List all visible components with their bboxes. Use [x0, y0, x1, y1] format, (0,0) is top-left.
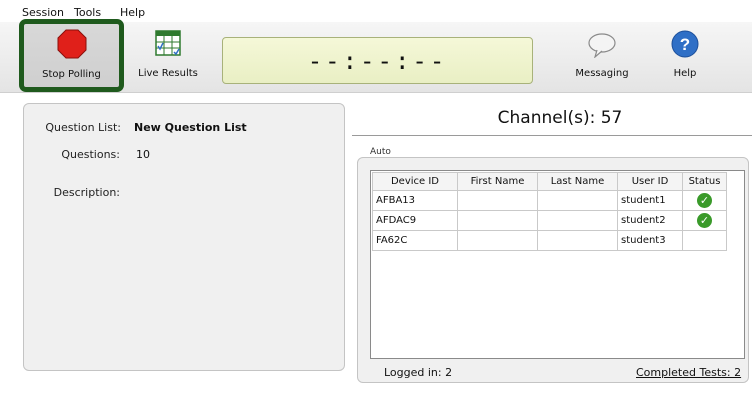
live-results-button[interactable]: Live Results	[132, 22, 204, 88]
cell-first-name	[457, 210, 538, 231]
menu-help[interactable]: Help	[120, 6, 145, 19]
question-list-value: New Question List	[134, 121, 247, 134]
cell-status: ✓	[682, 190, 727, 211]
completed-tests-link[interactable]: Completed Tests: 2	[636, 366, 741, 379]
questions-value: 10	[136, 148, 150, 161]
logged-in-count: Logged in: 2	[384, 366, 453, 379]
col-last-name[interactable]: Last Name	[537, 172, 618, 191]
menu-tools[interactable]: Tools	[74, 6, 101, 19]
table-row[interactable]: AFDAC9 student2 ✓	[372, 210, 727, 231]
cell-first-name	[457, 230, 538, 251]
col-first-name[interactable]: First Name	[457, 172, 538, 191]
cell-user-id: student2	[617, 210, 683, 231]
live-results-label: Live Results	[138, 68, 198, 79]
question-list-label: Question List:	[45, 121, 121, 134]
table-row[interactable]: FA62C student3	[372, 230, 727, 251]
cell-device-id: AFBA13	[372, 190, 458, 211]
check-icon: ✓	[697, 193, 712, 208]
help-button[interactable]: ? Help	[660, 22, 710, 88]
question-list-panel	[23, 103, 345, 371]
cell-first-name	[457, 190, 538, 211]
devices-table: Device ID First Name Last Name User ID S…	[370, 170, 745, 359]
cell-last-name	[537, 210, 618, 231]
svg-text:?: ?	[680, 35, 690, 54]
help-label: Help	[673, 68, 697, 79]
questions-label: Questions:	[61, 148, 120, 161]
mode-label: Auto	[370, 147, 391, 157]
cell-user-id: student1	[617, 190, 683, 211]
stop-polling-button[interactable]: Stop Polling	[19, 19, 124, 92]
menu-session[interactable]: Session	[22, 6, 64, 19]
grid-chart-icon	[155, 30, 181, 59]
cell-device-id: FA62C	[372, 230, 458, 251]
check-icon: ✓	[697, 213, 712, 228]
description-label: Description:	[53, 186, 120, 199]
messaging-label: Messaging	[575, 68, 629, 79]
speech-bubble-icon	[587, 32, 617, 61]
stop-sign-icon	[57, 29, 87, 62]
channel-display: Channel(s): 57	[497, 108, 623, 128]
table-header-row: Device ID First Name Last Name User ID S…	[372, 172, 727, 191]
col-device-id[interactable]: Device ID	[372, 172, 458, 191]
timer-display: --:--:--	[222, 37, 533, 84]
separator-line	[352, 135, 752, 136]
messaging-button[interactable]: Messaging	[566, 22, 638, 88]
col-status[interactable]: Status	[682, 172, 727, 191]
cell-user-id: student3	[617, 230, 683, 251]
col-user-id[interactable]: User ID	[617, 172, 683, 191]
cell-last-name	[537, 230, 618, 251]
cell-status	[682, 230, 727, 251]
table-row[interactable]: AFBA13 student1 ✓	[372, 190, 727, 211]
stop-polling-label: Stop Polling	[42, 69, 101, 80]
help-icon: ?	[671, 30, 699, 61]
cell-status: ✓	[682, 210, 727, 231]
cell-last-name	[537, 190, 618, 211]
cell-device-id: AFDAC9	[372, 210, 458, 231]
